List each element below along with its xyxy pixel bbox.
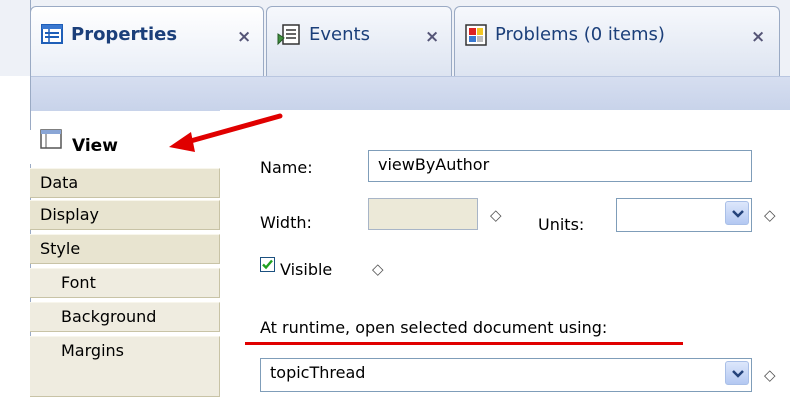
sidebar-item-display[interactable]: Display (30, 200, 220, 230)
units-select[interactable] (616, 198, 752, 232)
width-label: Width: (260, 213, 312, 232)
visible-label: Visible (280, 260, 333, 279)
tab-bar: Properties × Events × Problems (0 items)… (0, 0, 790, 76)
sidebar-item-label: View (72, 136, 118, 156)
problems-icon (465, 24, 487, 50)
visible-computed-icon[interactable]: ◇ (372, 260, 384, 278)
runtime-form-select[interactable]: topicThread (260, 358, 752, 392)
runtime-computed-icon[interactable]: ◇ (764, 366, 776, 384)
property-sidebar: View Data Display Style Font Background … (30, 128, 220, 397)
width-computed-icon[interactable]: ◇ (490, 206, 502, 224)
chevron-down-icon[interactable] (725, 361, 749, 385)
view-icon (40, 128, 62, 160)
annotation-arrow-icon (169, 113, 283, 152)
name-label: Name: (260, 158, 313, 177)
panel-left-edge (0, 76, 31, 397)
sidebar-item-label: Data (40, 173, 79, 192)
units-label: Units: (538, 215, 585, 234)
sidebar-item-style[interactable]: Style (30, 234, 220, 264)
close-icon[interactable]: × (751, 27, 765, 47)
properties-icon (41, 24, 63, 48)
tab-problems[interactable]: Problems (0 items) × (454, 6, 780, 76)
sidebar-item-font[interactable]: Font (30, 268, 220, 298)
tab-properties[interactable]: Properties × (30, 6, 264, 76)
runtime-label: At runtime, open selected document using… (260, 318, 608, 337)
sidebar-item-label: Margins (61, 341, 124, 360)
sidebar-item-background[interactable]: Background (30, 302, 220, 332)
tab-properties-label: Properties (71, 24, 178, 45)
width-input[interactable] (368, 198, 478, 230)
visible-checkbox[interactable] (260, 257, 275, 272)
runtime-value: topicThread (270, 363, 366, 382)
chevron-down-icon[interactable] (725, 201, 749, 225)
close-icon[interactable]: × (425, 27, 439, 47)
tab-events[interactable]: Events × (266, 6, 452, 76)
sidebar-item-label: Display (40, 205, 99, 224)
units-computed-icon[interactable]: ◇ (764, 206, 776, 224)
sidebar-item-margins[interactable]: Margins (30, 336, 220, 397)
toolbar-strip (30, 76, 790, 111)
sidebar-item-label: Font (61, 273, 96, 292)
events-icon (277, 24, 301, 50)
tab-problems-label: Problems (0 items) (495, 24, 665, 45)
sidebar-item-data[interactable]: Data (30, 168, 220, 198)
close-icon[interactable]: × (237, 27, 251, 47)
view-properties-form: Name: viewByAuthor Width: ◇ Units: ◇ Vis… (220, 110, 790, 397)
properties-panel: Properties × Events × Problems (0 items)… (0, 0, 790, 397)
name-input[interactable]: viewByAuthor (368, 150, 752, 182)
sidebar-item-label: Style (40, 239, 81, 258)
annotation-underline (245, 342, 683, 345)
tab-bar-left-edge (0, 0, 31, 76)
tab-events-label: Events (309, 24, 370, 45)
sidebar-item-label: Background (61, 307, 157, 326)
